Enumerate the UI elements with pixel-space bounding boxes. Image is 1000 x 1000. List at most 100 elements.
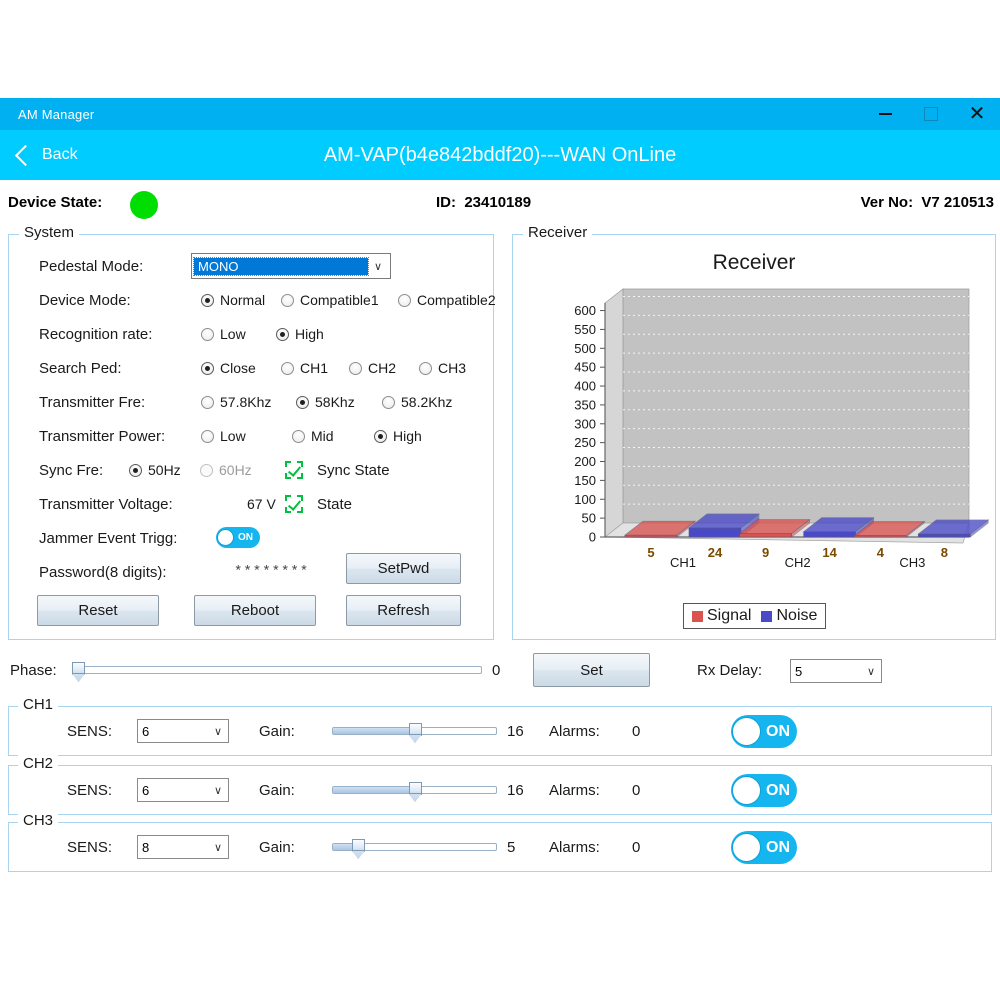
svg-text:200: 200	[574, 454, 596, 469]
alarms-value: 0	[632, 839, 640, 856]
radio-dot-icon	[349, 362, 362, 375]
row-jammer-event-trigg: Jammer Event Trigg: ON	[9, 523, 493, 553]
state-label: State	[317, 496, 352, 513]
minimize-icon[interactable]	[862, 98, 908, 130]
checkbox-state[interactable]	[285, 495, 303, 513]
radio-dot-icon	[201, 328, 214, 341]
radio-fre-58khz[interactable]: 58Khz	[296, 394, 355, 410]
svg-text:14: 14	[822, 545, 837, 560]
radio-label: 57.8Khz	[220, 394, 271, 410]
sens-select[interactable]: 6∨	[137, 778, 229, 802]
radio-label: High	[295, 326, 324, 342]
legend-swatch-signal	[692, 611, 703, 622]
radio-label: Close	[220, 360, 256, 376]
sens-label: SENS:	[67, 782, 112, 799]
radio-label: 58Khz	[315, 394, 355, 410]
radio-search-ped-ch1[interactable]: CH1	[281, 360, 328, 376]
row-transmitter-fre: Transmitter Fre: 57.8Khz 58Khz 58.2Khz	[9, 387, 493, 417]
svg-text:4: 4	[877, 545, 885, 560]
gain-slider-thumb[interactable]	[409, 723, 422, 736]
channel-toggle[interactable]: ON	[731, 831, 797, 864]
radio-fre-582khz[interactable]: 58.2Khz	[382, 394, 452, 410]
toggle-knob	[732, 833, 761, 862]
device-state-indicator	[130, 191, 158, 219]
svg-text:CH3: CH3	[899, 555, 925, 570]
radio-label: Mid	[311, 428, 334, 444]
radio-dot-icon	[129, 464, 142, 477]
sync-fre-label: Sync Fre:	[39, 462, 103, 479]
radio-label: 60Hz	[219, 462, 252, 478]
radio-power-low[interactable]: Low	[201, 428, 246, 444]
device-id-label: ID:	[436, 194, 456, 211]
channel-legend: CH1	[18, 696, 58, 713]
svg-text:5: 5	[647, 545, 654, 560]
pedestal-mode-value: MONO	[194, 258, 368, 275]
legend-label-signal: Signal	[707, 607, 751, 625]
channel-toggle[interactable]: ON	[731, 774, 797, 807]
pedestal-mode-select[interactable]: MONO ∨	[191, 253, 391, 279]
svg-text:100: 100	[574, 492, 596, 507]
alarms-label: Alarms:	[549, 839, 600, 856]
chevron-down-icon: ∨	[368, 260, 388, 273]
radio-dot-icon	[382, 396, 395, 409]
reset-button[interactable]: Reset	[37, 595, 159, 626]
device-id: ID: 23410189	[436, 194, 531, 211]
sens-select[interactable]: 6∨	[137, 719, 229, 743]
reboot-button[interactable]: Reboot	[194, 595, 316, 626]
radio-search-ped-ch3[interactable]: CH3	[419, 360, 466, 376]
gain-slider-thumb[interactable]	[352, 839, 365, 852]
alarms-label: Alarms:	[549, 723, 600, 740]
set-button[interactable]: Set	[533, 653, 650, 687]
sens-label: SENS:	[67, 723, 112, 740]
sens-select[interactable]: 8∨	[137, 835, 229, 859]
svg-text:150: 150	[574, 473, 596, 488]
phase-slider[interactable]	[78, 666, 482, 674]
rx-delay-select[interactable]: 5 ∨	[790, 659, 882, 683]
radio-device-mode-compatible2[interactable]: Compatible2	[398, 292, 496, 308]
radio-recognition-high[interactable]: High	[276, 326, 324, 342]
phase-slider-thumb[interactable]	[72, 662, 85, 675]
radio-device-mode-normal[interactable]: Normal	[201, 292, 265, 308]
transmitter-fre-label: Transmitter Fre:	[39, 394, 145, 411]
gain-value: 16	[507, 723, 524, 740]
radio-label: 58.2Khz	[401, 394, 452, 410]
row-transmitter-voltage: Transmitter Voltage: 67 V State	[9, 489, 493, 519]
gain-slider-thumb[interactable]	[409, 782, 422, 795]
toggle-jammer-event-trigg[interactable]: ON	[216, 527, 260, 548]
radio-fre-578khz[interactable]: 57.8Khz	[201, 394, 271, 410]
close-icon[interactable]: ✕	[954, 98, 1000, 130]
checkbox-sync-state[interactable]	[285, 461, 303, 479]
refresh-button[interactable]: Refresh	[346, 595, 461, 626]
radio-search-ped-ch2[interactable]: CH2	[349, 360, 396, 376]
svg-text:250: 250	[574, 435, 596, 450]
window-controls: ✕	[862, 98, 1000, 130]
setpwd-button[interactable]: SetPwd	[346, 553, 461, 584]
header-bar: Back AM-VAP(b4e842bddf20)---WAN OnLine	[0, 130, 1000, 180]
radio-recognition-low[interactable]: Low	[201, 326, 246, 342]
svg-text:450: 450	[574, 360, 596, 375]
chart-svg: 050100150200250300350400450500550600524C…	[553, 285, 989, 575]
radio-dot-icon	[201, 362, 214, 375]
sens-label: SENS:	[67, 839, 112, 856]
maximize-icon[interactable]	[908, 98, 954, 130]
channel-panel-ch1: CH1SENS:6∨Gain:16Alarms:0ON	[8, 706, 992, 756]
svg-text:500: 500	[574, 341, 596, 356]
back-button[interactable]: Back	[18, 146, 78, 164]
radio-power-high[interactable]: High	[374, 428, 422, 444]
gain-label: Gain:	[259, 839, 295, 856]
radio-power-mid[interactable]: Mid	[292, 428, 334, 444]
jammer-event-trigg-label: Jammer Event Trigg:	[39, 530, 177, 547]
radio-sync-60hz[interactable]: 60Hz	[200, 462, 252, 478]
legend-swatch-noise	[761, 611, 772, 622]
radio-search-ped-close[interactable]: Close	[201, 360, 256, 376]
legend-item-signal: Signal	[692, 607, 751, 625]
radio-sync-50hz[interactable]: 50Hz	[129, 462, 181, 478]
radio-device-mode-compatible1[interactable]: Compatible1	[281, 292, 379, 308]
radio-label: CH2	[368, 360, 396, 376]
receiver-panel-legend: Receiver	[523, 224, 592, 241]
phase-row: Phase: 0 Set Rx Delay: 5 ∨	[0, 650, 1000, 692]
radio-dot-icon	[281, 294, 294, 307]
svg-text:8: 8	[941, 545, 948, 560]
chevron-down-icon: ∨	[208, 784, 228, 797]
channel-toggle[interactable]: ON	[731, 715, 797, 748]
